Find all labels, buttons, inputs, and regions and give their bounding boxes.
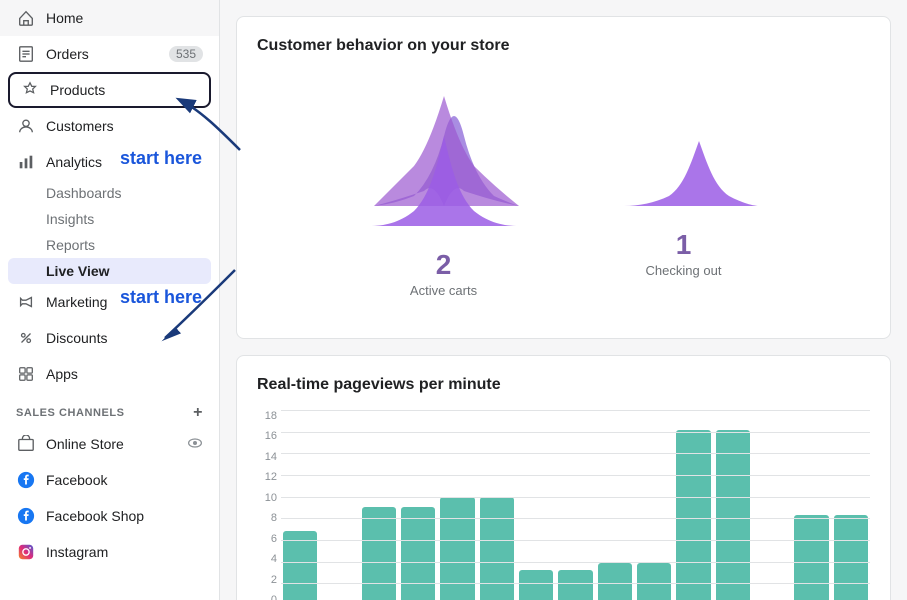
sidebar-item-orders[interactable]: Orders 535 [0,36,219,72]
customer-behavior-card: Customer behavior on your store 2 Active… [236,16,891,339]
sidebar-item-online-store[interactable]: Online Store [0,426,219,462]
pageviews-card: Real-time pageviews per minute 0 2 4 6 8… [236,355,891,600]
main-content: Customer behavior on your store 2 Active… [220,0,907,600]
bars-container [281,410,870,600]
bar-item [401,507,435,600]
checking-out-bell [604,81,764,221]
pageviews-title: Real-time pageviews per minute [257,376,870,394]
sidebar-item-online-store-label: Online Store [46,436,124,452]
sidebar-item-products-label: Products [50,82,105,98]
sidebar-item-home-label: Home [46,10,83,26]
checking-out-label: Checking out [646,263,722,278]
instagram-icon [16,542,36,562]
sidebar-sub-live-view-label: Live View [46,263,110,279]
add-sales-channel-icon[interactable]: + [193,404,203,422]
sidebar-item-instagram-label: Instagram [46,544,108,560]
active-carts-bell-clean [364,101,524,241]
sidebar-item-marketing-label: Marketing [46,294,107,310]
bar-chart-area: 10 min ago [281,410,870,600]
sidebar-sub-item-insights[interactable]: Insights [0,206,219,232]
active-carts-label: Active carts [410,283,477,298]
marketing-icon [16,292,36,312]
checking-out-count: 1 [676,229,692,261]
bar-item [794,515,828,600]
sidebar-item-apps-label: Apps [46,366,78,382]
sales-channels-label: SALES CHANNELS [16,407,125,419]
sidebar-item-instagram[interactable]: Instagram [0,534,219,570]
bar-item [519,570,553,600]
behavior-chart-title: Customer behavior on your store [257,37,870,55]
sidebar-sub-item-reports[interactable]: Reports [0,232,219,258]
bar-item [480,497,514,600]
sidebar-sub-item-live-view[interactable]: Live View [8,258,211,284]
active-carts-count: 2 [436,249,452,281]
orders-badge: 535 [169,46,203,62]
bar-item [440,497,474,600]
sidebar-sub-item-dashboards[interactable]: Dashboards [0,180,219,206]
sidebar-sub-insights-label: Insights [46,211,94,227]
sidebar-item-discounts-label: Discounts [46,330,107,346]
facebook-icon [16,470,36,490]
sidebar-item-facebook-shop-label: Facebook Shop [46,508,144,524]
checking-out-col: 1 Checking out [604,81,764,298]
sidebar-item-facebook-label: Facebook [46,472,107,488]
y-axis-labels: 0 2 4 6 8 10 12 14 16 18 [257,410,281,600]
orders-icon [16,44,36,64]
online-store-icon [16,434,36,454]
bar-item [716,430,750,600]
products-icon [20,80,40,100]
sidebar-item-customers-label: Customers [46,118,114,134]
sidebar-item-discounts[interactable]: Discounts [0,320,219,356]
sidebar-item-apps[interactable]: Apps [0,356,219,392]
sales-channels-section: SALES CHANNELS + [0,392,219,426]
sidebar-item-analytics-label: Analytics [46,154,102,170]
bar-item [283,531,317,600]
discounts-icon [16,328,36,348]
sidebar-item-marketing[interactable]: Marketing [0,284,219,320]
sidebar-item-home[interactable]: Home [0,0,219,36]
bar-item [598,563,632,600]
facebook-shop-icon [16,506,36,526]
customers-icon [16,116,36,136]
bar-item [637,563,671,600]
sidebar-item-customers[interactable]: Customers [0,108,219,144]
sidebar-sub-dashboards-label: Dashboards [46,185,122,201]
active-carts-col: 2 Active carts [364,81,524,298]
sidebar-item-products[interactable]: Products [8,72,211,108]
apps-icon [16,364,36,384]
home-icon [16,8,36,28]
sidebar-item-orders-label: Orders [46,46,89,62]
bar-item [676,430,710,600]
sidebar-item-facebook[interactable]: Facebook [0,462,219,498]
analytics-icon [16,152,36,172]
bar-item [834,515,868,600]
behavior-chart: 2 Active carts 1 Checking out [257,71,870,318]
sidebar-item-facebook-shop[interactable]: Facebook Shop [0,498,219,534]
sidebar: Home Orders 535 Products Customers Analy… [0,0,220,600]
bar-item [558,570,592,600]
bar-item [362,507,396,600]
sidebar-sub-reports-label: Reports [46,237,95,253]
sidebar-item-analytics[interactable]: Analytics [0,144,219,180]
online-store-view-icon[interactable] [187,435,203,454]
